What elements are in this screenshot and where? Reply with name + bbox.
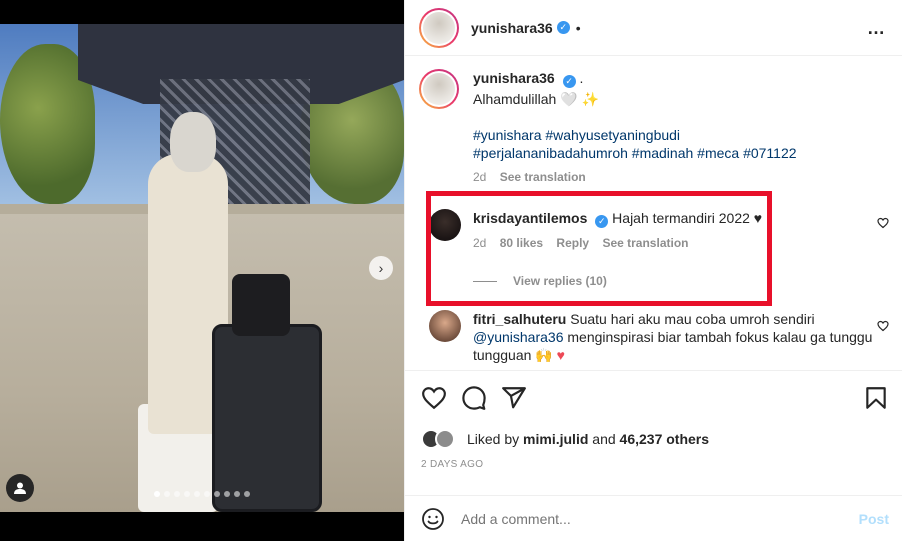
- carousel-dot: [184, 491, 190, 497]
- caption-author-suffix: .: [579, 70, 584, 86]
- carousel-next-button[interactable]: ›: [369, 256, 393, 280]
- likes-count[interactable]: 46,237 others: [620, 431, 710, 447]
- carousel-dot: [174, 491, 180, 497]
- likes-conjunction: and: [592, 431, 616, 447]
- see-translation-link[interactable]: See translation: [500, 170, 586, 184]
- header-separator: •: [575, 19, 581, 36]
- post-actions: Liked by mimi.julid and 46,237 others 2 …: [405, 370, 902, 541]
- heart-outline-icon[interactable]: [877, 217, 889, 229]
- caption-text: Alhamdulillah: [473, 91, 557, 107]
- post-caption: yunishara36 ✓ . Alhamdulillah 🤍 ✨ #yunis…: [419, 69, 889, 186]
- like-heart-icon[interactable]: [421, 385, 447, 411]
- verified-badge-icon: ✓: [562, 75, 576, 88]
- comment-bubble-icon[interactable]: [461, 385, 487, 411]
- post-photo: [0, 24, 404, 512]
- user-icon: [14, 482, 26, 494]
- post-comment-button[interactable]: Post: [859, 511, 889, 527]
- likes-summary: Liked by mimi.julid and 46,237 others: [421, 429, 709, 449]
- caption-author-avatar[interactable]: [419, 69, 459, 109]
- carousel-dot: [194, 491, 200, 497]
- more-options-icon[interactable]: …: [867, 18, 886, 39]
- bookmark-icon[interactable]: [863, 385, 889, 411]
- comment-emoji: 🙌: [535, 347, 553, 363]
- carousel-indicator: [0, 491, 404, 497]
- carousel-dot: [224, 491, 230, 497]
- carousel-dot: [234, 491, 240, 497]
- highlight-annotation-box: [426, 191, 772, 306]
- author-avatar[interactable]: [419, 7, 459, 48]
- add-comment-bar: Post: [405, 495, 902, 541]
- commenter-avatar[interactable]: [429, 310, 461, 342]
- chevron-right-icon: ›: [378, 260, 384, 276]
- carousel-dot: [164, 491, 170, 497]
- verified-badge-icon: ✓: [556, 21, 570, 34]
- action-bar: [421, 385, 889, 413]
- likes-prefix: Liked by: [467, 431, 520, 447]
- caption-hashtags[interactable]: #yunishara #wahyusetyaningbudi: [473, 126, 889, 144]
- comment-emoji-heart: ♥: [556, 347, 565, 363]
- author-username[interactable]: yunishara36: [471, 20, 553, 36]
- caption-time[interactable]: 2d: [473, 170, 486, 184]
- caption-hashtags[interactable]: #perjalananibadahumroh #madinah #meca #0…: [473, 144, 889, 162]
- carousel-dot: [214, 491, 220, 497]
- comment-input[interactable]: [461, 511, 859, 527]
- carousel-dot: [204, 491, 210, 497]
- carousel-dot: [154, 491, 160, 497]
- heart-outline-icon[interactable]: [877, 320, 889, 332]
- tagged-users-button[interactable]: [6, 474, 34, 502]
- emoji-smiley-icon[interactable]: [421, 507, 445, 531]
- comment-mention[interactable]: @yunishara36: [473, 329, 564, 345]
- post-media[interactable]: ›: [0, 0, 404, 541]
- post-header: yunishara36 ✓ • …: [405, 0, 902, 56]
- post-date[interactable]: 2 DAYS AGO: [421, 459, 483, 470]
- caption-emoji: 🤍 ✨: [560, 91, 599, 107]
- share-send-icon[interactable]: [501, 385, 527, 411]
- liker-avatar[interactable]: [435, 429, 455, 449]
- liker-avatars: [421, 429, 461, 449]
- comment-item: fitri_salhuteru Suatu hari aku mau coba …: [419, 310, 889, 364]
- caption-author[interactable]: yunishara36: [473, 70, 555, 86]
- carousel-dot: [244, 491, 250, 497]
- comment-author[interactable]: fitri_salhuteru: [473, 311, 566, 327]
- likes-user[interactable]: mimi.julid: [523, 431, 588, 447]
- comment-text: Suatu hari aku mau coba umroh sendiri: [570, 311, 815, 327]
